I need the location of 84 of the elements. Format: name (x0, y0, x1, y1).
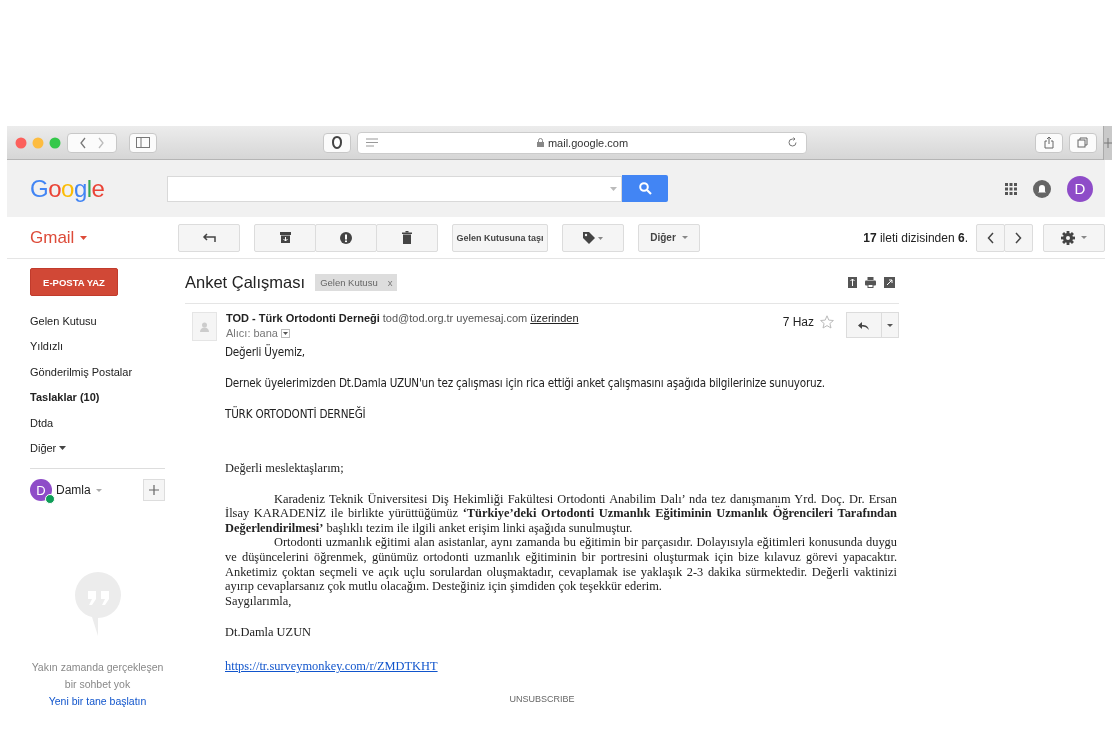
via-link[interactable]: üzerinden (530, 312, 579, 324)
empty-chat-text: Yakın zamanda gerçekleşen (31, 660, 164, 675)
unsubscribe-link[interactable]: UNSUBSCRIBE (185, 693, 899, 704)
sidebar-icon[interactable] (136, 137, 150, 148)
user-avatar[interactable]: D (30, 479, 52, 501)
print-icon[interactable] (865, 276, 876, 288)
settings-icon (1061, 230, 1075, 245)
pagination-text: 17 ileti dizisinden 6. (863, 230, 968, 245)
url-text[interactable]: mail.google.com (547, 136, 629, 149)
folder-link[interactable]: Diğer (30, 435, 67, 461)
gmail-menu[interactable]: Gmail (30, 227, 178, 248)
reply-button[interactable] (178, 223, 240, 252)
email-subject: Anket Çalışması (185, 272, 306, 292)
letter-closing: Saygılarımla, (225, 593, 293, 609)
remove-label-button[interactable]: x (387, 276, 393, 288)
tabs-icon[interactable] (1077, 136, 1089, 149)
survey-link[interactable]: https://tr.surveymonkey.com/r/ZMDTKHT (225, 658, 438, 673)
archive-button[interactable] (254, 223, 316, 252)
report-spam-button[interactable] (315, 223, 377, 252)
plus-icon (149, 485, 159, 495)
label-text: Gelen Kutusu (320, 276, 378, 288)
bell-icon[interactable] (1033, 179, 1051, 198)
search-field[interactable] (167, 175, 623, 202)
settings-button[interactable] (1043, 223, 1105, 252)
previous-button[interactable] (976, 223, 1005, 252)
move-button[interactable]: Gelen Kutusuna taşı (452, 223, 548, 252)
caret-icon (283, 331, 288, 335)
new-window-icon[interactable] (884, 276, 895, 288)
new-chat-button[interactable] (143, 479, 165, 501)
message-paragraph: Değerli Üyemiz, (225, 345, 306, 359)
lock-icon (536, 138, 544, 147)
trash-icon (402, 231, 412, 244)
chevron-right-icon (1015, 231, 1022, 244)
more-actions-button[interactable] (881, 312, 899, 338)
tag-icon (583, 231, 603, 244)
reply-button[interactable] (846, 312, 882, 338)
folder-link[interactable]: Yıldızlı (30, 333, 63, 359)
search-icon (638, 182, 652, 195)
apps-grid-icon[interactable] (1005, 182, 1017, 195)
caret-icon (1081, 236, 1087, 239)
reload-icon[interactable] (787, 137, 798, 148)
back-icon[interactable] (79, 136, 87, 149)
details-button[interactable] (281, 328, 290, 338)
folder-link[interactable]: Taslaklar (10) (30, 384, 100, 410)
message-paragraph: Dernek üyelerimizden Dt.Damla UZUN'un tez çalışması için rica ettiği anket çalışmasını aşağıda bilgilerinize sunuyoruz. (225, 376, 826, 390)
search-button[interactable] (622, 175, 669, 202)
account-avatar[interactable]: D (1067, 175, 1093, 202)
recipient-text: Alıcı: bana (226, 327, 278, 339)
letter-paragraph: Ortodonti uzmanlık eğitimi alan asistanlar, aynı zamanda bu eğitimin bir parçasıdır. Dolayısıyla eğitimleri konusunda duygu ve düşüncelerini öğrenmek, günümüz ortodonti uzmanlık eğitiminin bir portresini oluşturmak için bize kılavuz görevi yapacaktır. Anketimiz çoktan seçmeli ve açık uçlu sorulardan oluşmaktadır, cevaplamak ise yaklaşık 2-3 dakika sürmektedir. Değerli vaktinizi ayırıp cevaplarsanız çok mutlu olacağım. Desteğiniz için şimdiden çok teşekkür ederim. (225, 535, 897, 594)
message-paragraph: TÜRK ORTODONTİ DERNEĞİ (225, 407, 367, 421)
caret-icon (59, 446, 67, 451)
folder-link[interactable]: Gelen Kutusu (30, 308, 97, 334)
caret-icon (681, 236, 688, 239)
via-domain: uyemesaj.com (456, 312, 528, 324)
reply-arrow-icon (858, 320, 870, 330)
sender-name: TOD - Türk Ortodonti Derneği (226, 312, 380, 324)
letter-paragraph: Karadeniz Teknik Üniversitesi Diş Hekimliği Fakültesi Ortodonti Anabilim Dalı’ nda tez danışmanım Yrd. Doç. Dr. Ersan İlsay KARADENİZ ile birlikte yürüttüğümüz ‘Türkiye’deki Ortodonti Uzmanlık Eğitiminin Uzmanlık Öğrencileri Tarafından Değerlendirilmesi’ başlıklı tezim ile ilgili anket erişim linki aşağıda sunulmuştur. (225, 491, 897, 536)
next-button[interactable] (1004, 223, 1033, 252)
caret-icon (887, 323, 893, 327)
share-icon[interactable] (1044, 136, 1054, 149)
expand-icon[interactable] (848, 276, 857, 288)
compose-button[interactable]: E-POSTA YAZ (30, 268, 118, 296)
start-chat-link[interactable]: Yeni bir tane başlatın (48, 693, 147, 710)
star-icon[interactable] (820, 315, 834, 329)
folder-link[interactable]: Dtda (30, 410, 54, 436)
delete-button[interactable] (376, 223, 438, 252)
letter-signature: Dt.Damla UZUN (225, 625, 313, 640)
email-date: 7 Haz (782, 315, 814, 329)
folder-link[interactable]: Gönderilmiş Postalar (30, 359, 133, 385)
person-icon (200, 321, 209, 332)
empty-chat-text: bir sohbet yok (64, 677, 131, 692)
labels-button[interactable] (562, 223, 624, 252)
window-controls-icon[interactable] (15, 136, 61, 149)
archive-icon (279, 232, 291, 243)
more-button[interactable]: Diğer (638, 223, 700, 252)
sender-email: tod@tod.org.tr (382, 312, 454, 324)
caret-icon (80, 235, 88, 240)
reader-icon[interactable] (366, 138, 378, 147)
letter-greeting: Değerli meslektaşlarım; (225, 461, 345, 476)
reply-arrow-icon (202, 232, 216, 243)
chevron-left-icon (987, 231, 994, 244)
account-menu[interactable]: Damla (56, 483, 102, 497)
caret-icon (95, 488, 102, 492)
exclamation-icon (340, 231, 352, 244)
